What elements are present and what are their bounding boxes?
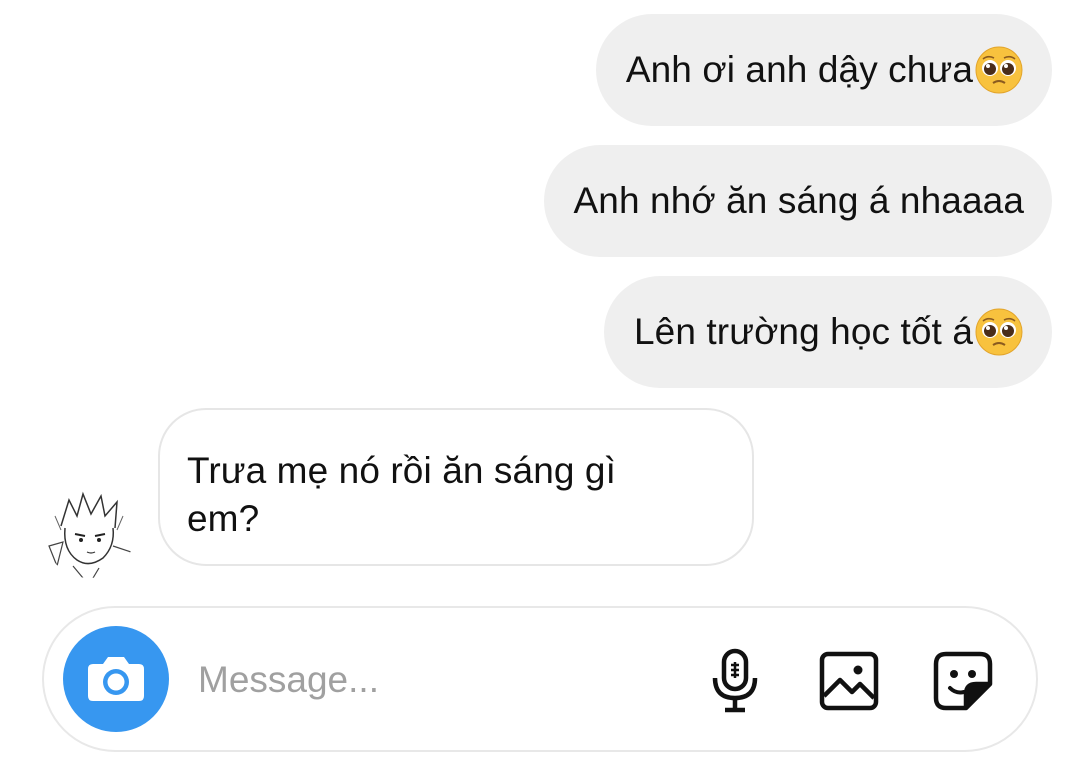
anime-avatar-icon bbox=[43, 486, 135, 578]
message-text: Anh ơi anh dậy chưa bbox=[625, 49, 973, 90]
message-input[interactable] bbox=[198, 648, 678, 712]
sent-message-bubble[interactable]: Anh nhớ ăn sáng á nhaaaa bbox=[543, 145, 1052, 257]
message-text-line: Trưa mẹ nó rồi ăn sáng gì bbox=[187, 450, 616, 491]
gallery-button[interactable] bbox=[814, 646, 884, 716]
sticker-button[interactable] bbox=[928, 646, 998, 716]
sent-message-row: Anh nhớ ăn sáng á nhaaaa bbox=[543, 145, 1052, 257]
voice-message-button[interactable] bbox=[700, 646, 770, 716]
camera-icon bbox=[88, 657, 144, 701]
message-composer bbox=[42, 606, 1038, 752]
received-message-row: Trưa mẹ nó rồi ăn sáng gì em? bbox=[158, 408, 754, 566]
sent-message-bubble[interactable]: Anh ơi anh dậy chưa bbox=[595, 14, 1052, 126]
microphone-icon bbox=[712, 648, 758, 713]
message-text: Lên trường học tốt á bbox=[633, 311, 973, 352]
sent-message-bubble[interactable]: Lên trường học tốt á bbox=[603, 276, 1052, 388]
sent-message-row: Lên trường học tốt á bbox=[603, 276, 1052, 388]
pleading-face-emoji-icon bbox=[975, 46, 1023, 94]
gallery-icon bbox=[819, 651, 879, 711]
received-message-bubble[interactable]: Trưa mẹ nó rồi ăn sáng gì em? bbox=[158, 408, 754, 566]
pleading-face-emoji-icon bbox=[975, 308, 1023, 356]
direct-message-thread: Anh ơi anh dậy chưa Anh nhớ ăn sáng á nh… bbox=[0, 0, 1080, 766]
camera-button[interactable] bbox=[63, 626, 169, 732]
message-text-line: em? bbox=[187, 498, 260, 539]
sticker-icon bbox=[933, 651, 993, 711]
sent-message-row: Anh ơi anh dậy chưa bbox=[595, 14, 1052, 126]
sender-avatar[interactable] bbox=[43, 486, 135, 578]
message-text: Anh nhớ ăn sáng á nhaaaa bbox=[573, 180, 1024, 221]
